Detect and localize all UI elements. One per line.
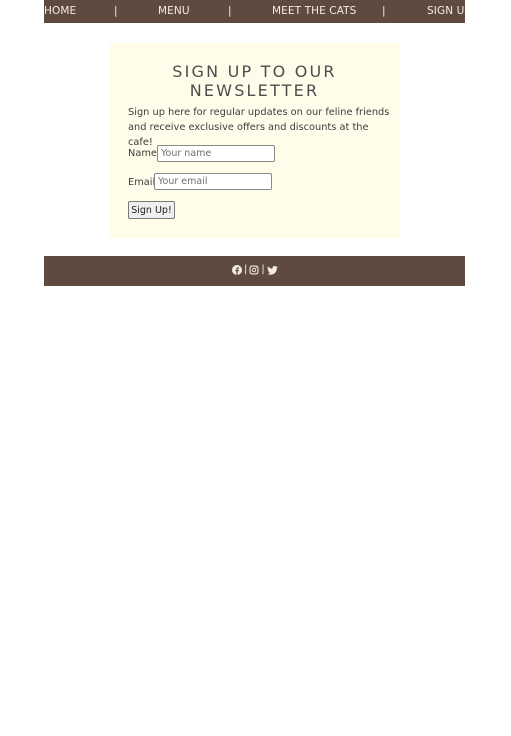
twitter-icon[interactable] <box>266 265 278 275</box>
nav-link-meet-the-cats[interactable]: MEET THE CATS <box>272 0 356 23</box>
newsletter-title: SIGN UP TO OUR NEWSLETTER <box>172 62 337 100</box>
footer: | | <box>44 256 465 286</box>
newsletter-panel: SIGN UP TO OUR NEWSLETTER Sign up here f… <box>109 43 400 238</box>
nav-separator: | <box>382 5 386 17</box>
facebook-icon[interactable] <box>232 265 242 275</box>
name-input[interactable] <box>157 145 275 162</box>
sign-up-button[interactable]: Sign Up! <box>128 201 175 219</box>
nav-separator: | <box>114 5 118 17</box>
social-links: | | <box>232 264 278 276</box>
instagram-icon[interactable] <box>249 265 259 275</box>
nav-link-menu[interactable]: MENU <box>158 0 190 23</box>
top-navbar: HOME | MENU | MEET THE CATS | SIGN UP <box>44 0 465 23</box>
name-label: Name <box>128 148 157 159</box>
nav-separator: | <box>228 5 232 17</box>
newsletter-description: Sign up here for regular updates on our … <box>128 107 390 148</box>
email-input[interactable] <box>154 173 272 190</box>
email-label: Email <box>128 177 156 188</box>
nav-link-home[interactable]: HOME <box>44 0 76 23</box>
social-separator: | <box>244 264 248 275</box>
social-separator: | <box>261 264 265 275</box>
nav-link-sign-up[interactable]: SIGN UP <box>427 0 465 23</box>
